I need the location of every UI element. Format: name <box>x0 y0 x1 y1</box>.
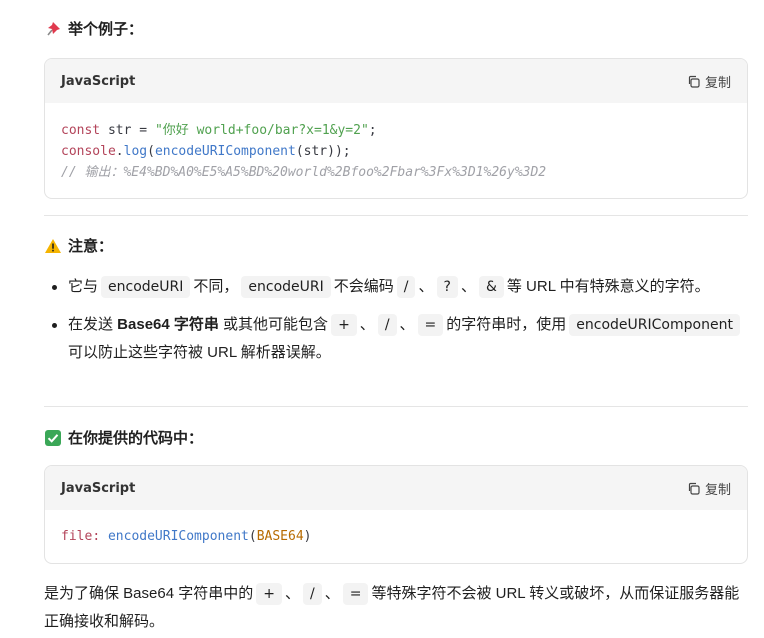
code-language-label: JavaScript <box>61 73 136 89</box>
code-block: JavaScript 复制 file: encodeURIComponent(B… <box>44 465 748 564</box>
code-content[interactable]: const str = "你好 world+foo/bar?x=1&y=2"; … <box>45 103 747 198</box>
code-block-header: JavaScript 复制 <box>45 59 747 103</box>
section-title: 举个例子： <box>68 21 144 38</box>
pushpin-icon <box>44 20 62 38</box>
section-title: 注意： <box>68 238 114 255</box>
code-content[interactable]: file: encodeURIComponent(BASE64) <box>45 510 747 563</box>
code-block-header: JavaScript 复制 <box>45 466 747 510</box>
section-heading-note: 注意： <box>44 235 113 256</box>
code-line-2: console.log(encodeURIComponent(str)); <box>61 144 351 159</box>
copy-label: 复制 <box>704 481 731 497</box>
divider <box>44 215 748 216</box>
warning-icon <box>44 237 62 255</box>
copy-label: 复制 <box>704 74 731 90</box>
closing-paragraph: 是为了确保 Base64 字符串中的 +、 /、 = 等特殊字符不会被 URL 转义或破… <box>44 583 740 630</box>
list-item: 它与 encodeURI 不同， encodeURI 不会编码 /、?、 & 等 URL 中有… <box>44 273 748 301</box>
code-language-label: JavaScript <box>61 480 136 496</box>
section-title: 在你提供的代码中： <box>68 430 204 447</box>
copy-button[interactable]: 复制 <box>687 479 731 498</box>
section-heading-example: 举个例子： <box>44 18 143 39</box>
notes-list: 它与 encodeURI 不同， encodeURI 不会编码 /、?、 & 等 URL 中有… <box>44 273 748 367</box>
copy-button[interactable]: 复制 <box>687 72 731 91</box>
copy-icon <box>688 482 700 495</box>
code-line-1: const str = "你好 world+foo/bar?x=1&y=2"; <box>61 123 377 138</box>
list-item: 在发送 Base64 字符串 或其他可能包含 +、 /、 = 的字符串时，使用 encod… <box>44 311 748 367</box>
divider <box>44 406 748 407</box>
code-line-3-comment: // 输出：%E4%BD%A0%E5%A5%BD%20world%2Bfoo%2… <box>61 165 547 180</box>
check-box-icon <box>44 429 62 447</box>
section-heading-your-code: 在你提供的代码中： <box>44 427 203 448</box>
copy-icon <box>688 75 700 88</box>
code-block: JavaScript 复制 const str = "你好 world+foo/… <box>44 58 748 199</box>
